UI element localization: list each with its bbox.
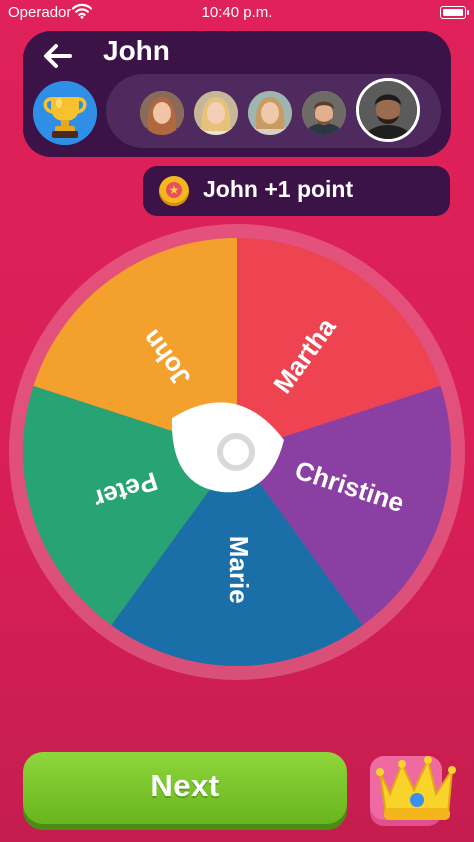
next-button[interactable]: Next [23,752,347,824]
next-button-label: Next [150,768,220,803]
spin-wheel[interactable]: MarthaChristineMariePeterJohn [0,0,474,842]
wheel-label-marie: Marie [224,536,254,604]
crown-button[interactable] [364,736,464,828]
